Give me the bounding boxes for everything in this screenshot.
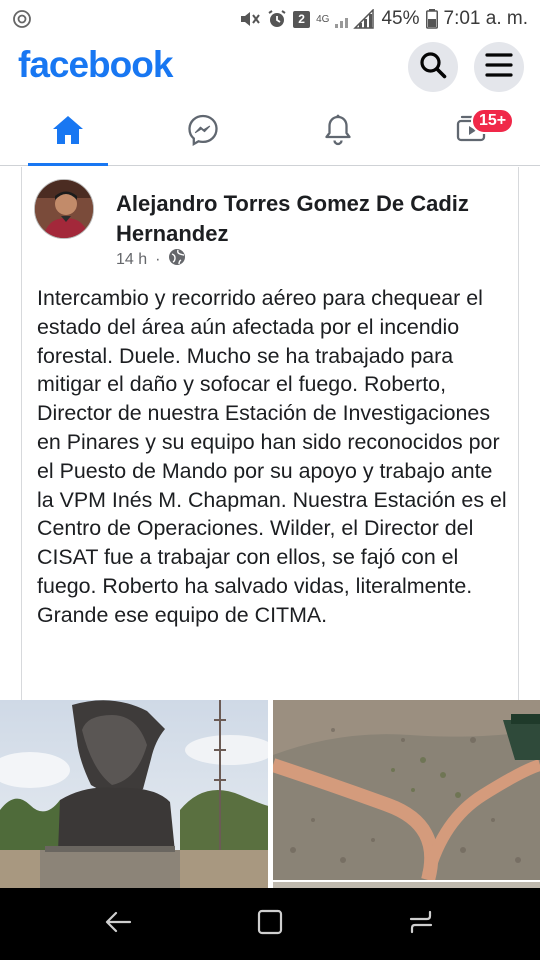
search-icon: [418, 50, 448, 85]
battery-icon: [425, 9, 438, 29]
network-label: 4G: [316, 13, 330, 25]
menu-icon: [484, 52, 514, 83]
menu-button[interactable]: [474, 42, 524, 92]
watch-badge: 15+: [471, 108, 515, 134]
bust-monument-photo[interactable]: [0, 700, 268, 888]
meta-separator: ·: [155, 250, 161, 268]
tab-watch[interactable]: 15+: [427, 100, 517, 164]
bell-icon: [322, 113, 354, 152]
messenger-icon: [186, 113, 220, 152]
post-meta: 14 h ·: [116, 248, 186, 271]
post-card: Alejandro Torres Gomez De Cadiz Hernande…: [21, 167, 519, 700]
status-icons: 2 4G 45% 7:01 a. m.: [239, 6, 528, 32]
home-icon: [51, 114, 85, 151]
globe-icon: [168, 248, 186, 271]
status-bar: 2 4G 45% 7:01 a. m.: [0, 0, 540, 38]
alarm-icon: [267, 9, 287, 29]
home-square-icon: [256, 908, 284, 941]
battery-percent: 45%: [381, 8, 420, 29]
aerial-burned-area-photo[interactable]: [273, 700, 540, 880]
post-author[interactable]: Alejandro Torres Gomez De Cadiz Hernande…: [116, 189, 506, 249]
back-button[interactable]: [102, 908, 134, 940]
back-icon: [103, 909, 133, 940]
tab-messenger[interactable]: [158, 100, 248, 164]
android-nav-bar: [0, 888, 540, 960]
mute-icon: [239, 10, 261, 28]
ring-icon: [12, 9, 32, 29]
avatar[interactable]: [34, 179, 94, 239]
search-button[interactable]: [408, 42, 458, 92]
recents-button[interactable]: [405, 908, 437, 940]
app-header: facebook: [0, 38, 540, 98]
signal-icon: [335, 9, 375, 29]
tab-home[interactable]: [23, 100, 113, 166]
nav-tabs: 15+: [0, 100, 540, 166]
post-text: Intercambio y recorrido aéreo para chequ…: [37, 286, 507, 627]
clock: 7:01 a. m.: [443, 8, 529, 29]
facebook-logo[interactable]: facebook: [18, 44, 173, 86]
tab-notifications[interactable]: [293, 100, 383, 164]
notification-count: 2: [293, 10, 311, 28]
home-button[interactable]: [254, 908, 286, 940]
recents-icon: [406, 909, 436, 940]
post-time[interactable]: 14 h: [116, 251, 147, 269]
